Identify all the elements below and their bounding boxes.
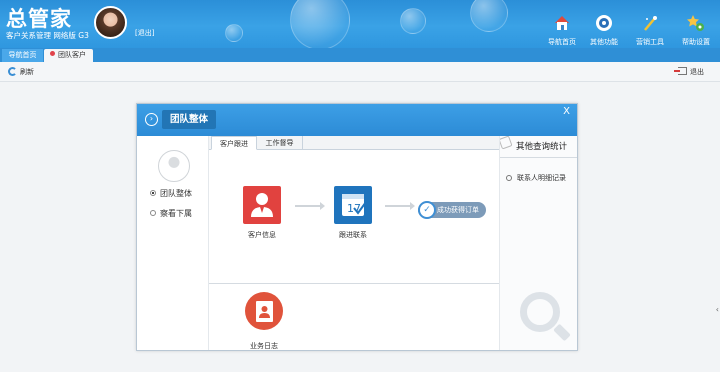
customer-info-label: 客户信息 [248, 231, 276, 239]
main-panel: 客户跟进 工作督导 客户信息 17 跟进联系 ✓ 成功获得订单 业务日志 [209, 136, 499, 350]
magnifier-watermark-icon [520, 292, 560, 332]
help-settings-tool[interactable]: 帮助设置 [674, 14, 718, 47]
app-logo: 总管家 [6, 7, 72, 31]
check-icon: ✓ [418, 201, 436, 219]
refresh-button[interactable]: 刷新 [8, 67, 34, 77]
avatar[interactable] [94, 6, 127, 39]
tab-team-customers[interactable]: 团队客户 [44, 49, 93, 62]
team-dialog: › 团队整体 X 团队整体 察看下属 客户跟进 工作督导 客户信息 17 跟进联… [136, 103, 578, 351]
pencil-icon [500, 136, 513, 150]
contact-details-link[interactable]: 联系人明细记录 [506, 173, 566, 183]
app-header: 总管家 客户关系管理 网络版 G3 [退出] 导航首页 其他功能 营销工具 帮助… [0, 0, 720, 48]
follow-up-button[interactable]: 17 [334, 186, 372, 224]
customer-info-button[interactable] [243, 186, 281, 224]
stars-gear-icon [687, 14, 705, 32]
nav-home-tool[interactable]: 导航首页 [540, 14, 584, 47]
radio-view-subordinates[interactable]: 察看下属 [150, 208, 192, 219]
home-icon [553, 14, 571, 32]
app-subtitle: 客户关系管理 网络版 G3 [6, 31, 89, 40]
flow-arrow [385, 202, 415, 210]
search-icon [506, 175, 512, 181]
flow-arrow [295, 202, 325, 210]
tab-customer-followup[interactable]: 客户跟进 [211, 136, 257, 150]
action-toolbar: 刷新 退出 [0, 62, 720, 82]
chevron-right-icon: › [145, 113, 158, 126]
side-collapse-icon[interactable]: ‹ [716, 305, 719, 314]
radio-team-overall[interactable]: 团队整体 [150, 188, 192, 199]
order-success-button[interactable]: ✓ 成功获得订单 [418, 201, 486, 219]
notebook-icon [256, 301, 273, 322]
marketing-tools-tool[interactable]: 营销工具 [628, 14, 672, 47]
tab-work-supervision[interactable]: 工作督导 [257, 136, 303, 150]
tab-bar: 导航首页 团队客户 [0, 48, 720, 62]
scope-panel: 团队整体 察看下属 [137, 136, 209, 350]
disc-icon [595, 14, 613, 32]
other-stats-header: 其他查询统计 [500, 136, 577, 158]
tab-home[interactable]: 导航首页 [2, 49, 43, 62]
refresh-icon [8, 67, 17, 76]
customer-icon [251, 193, 273, 217]
user-icon [158, 150, 190, 182]
calendar-icon: 17 [342, 194, 367, 216]
close-icon[interactable]: X [563, 106, 570, 117]
work-log-label: 业务日志 [250, 342, 278, 350]
logout-link[interactable]: [退出] [135, 28, 154, 38]
stats-panel: 其他查询统计 联系人明细记录 [499, 136, 577, 350]
other-functions-tool[interactable]: 其他功能 [582, 14, 626, 47]
exit-button[interactable]: 退出 [674, 67, 704, 77]
dialog-title: 团队整体 [162, 110, 217, 129]
panel-tabs: 客户跟进 工作督导 [209, 136, 499, 150]
tab-dot-icon [50, 51, 55, 56]
exit-icon [674, 67, 687, 75]
magic-wand-icon [641, 14, 659, 32]
followup-flow: 客户信息 17 跟进联系 ✓ 成功获得订单 [209, 150, 499, 284]
follow-up-label: 跟进联系 [339, 231, 367, 239]
dialog-header: › 团队整体 X [137, 104, 577, 136]
work-log-button[interactable] [245, 292, 283, 330]
